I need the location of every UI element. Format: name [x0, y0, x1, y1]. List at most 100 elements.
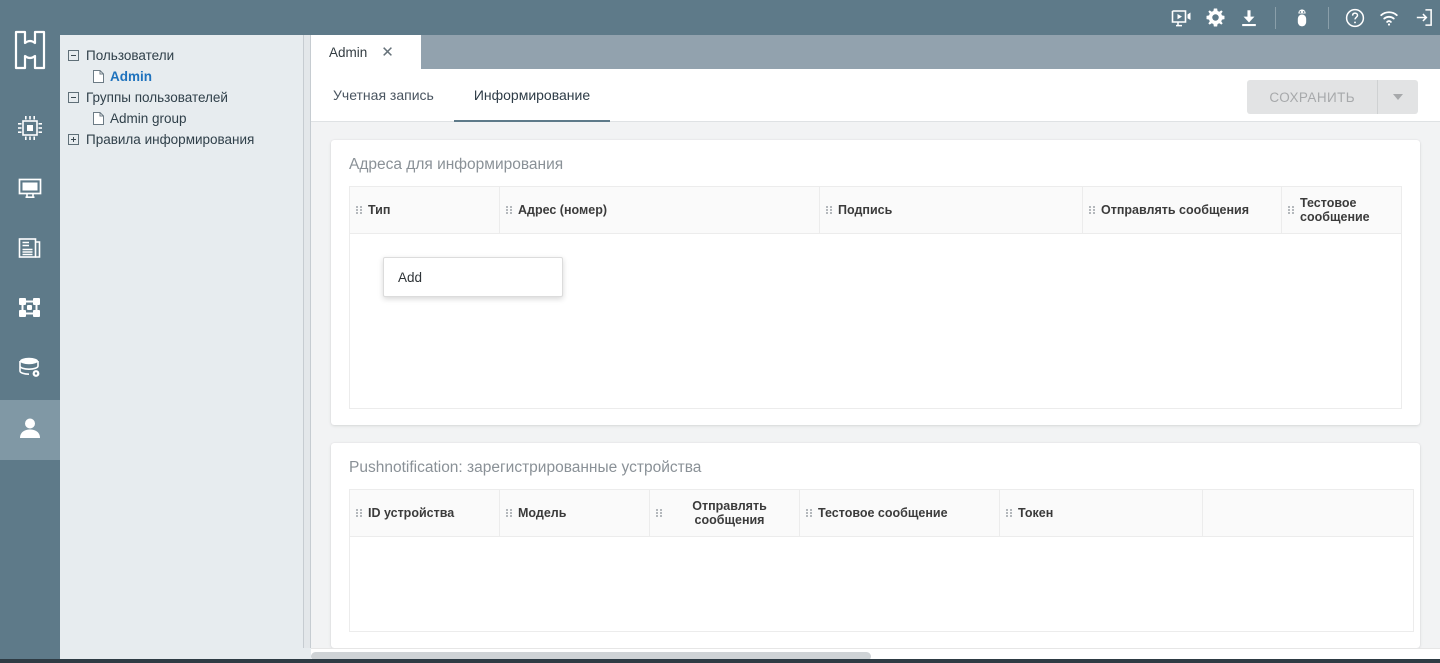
drag-handle-icon[interactable]	[506, 508, 512, 518]
column-label: Подпись	[838, 203, 893, 217]
drag-handle-icon[interactable]	[826, 205, 832, 215]
column-label: ID устройства	[368, 506, 455, 520]
tree-node-label: Пользователи	[86, 48, 175, 63]
table-header: ID устройства Модель Отправлять сообщени…	[349, 489, 1414, 537]
column-header-device-id[interactable]: ID устройства	[349, 489, 500, 537]
window-bottom-edge	[0, 659, 1440, 663]
close-icon[interactable]: ✕	[381, 45, 394, 60]
save-button[interactable]: СОХРАНИТЬ	[1247, 80, 1378, 114]
table-notification-addresses: Тип Адрес (номер) Подпись Отправлять соо…	[349, 186, 1402, 409]
tree-node-users[interactable]: Пользователи	[68, 45, 303, 66]
table-empty-cell	[349, 536, 1414, 632]
topbar-group-middle	[1285, 0, 1319, 35]
tree-node-user-groups[interactable]: Группы пользователей	[68, 87, 303, 108]
column-header-spacer	[1202, 489, 1414, 537]
drag-handle-icon[interactable]	[1006, 508, 1012, 518]
file-icon	[93, 70, 104, 83]
column-label: Адрес (номер)	[518, 203, 607, 217]
save-dropdown-button[interactable]	[1378, 80, 1418, 114]
monitor-icon	[17, 175, 43, 206]
drag-handle-icon[interactable]	[1288, 205, 1294, 215]
drag-handle-icon[interactable]	[806, 508, 812, 518]
tree-node-admin-group[interactable]: Admin group	[68, 108, 303, 129]
chip-icon	[17, 115, 43, 146]
tree-toggle-plus-icon[interactable]	[68, 134, 79, 145]
drag-handle-icon[interactable]	[656, 508, 662, 518]
user-icon	[17, 415, 43, 446]
column-label: Тестовое сообщение	[1300, 196, 1370, 224]
column-header-signature[interactable]: Подпись	[819, 186, 1083, 234]
chevron-down-icon	[1393, 94, 1403, 100]
table-empty-row	[349, 536, 1414, 632]
add-menu-popup[interactable]: Add	[383, 257, 563, 297]
help-icon[interactable]	[1338, 0, 1372, 35]
table-header-row: ID устройства Модель Отправлять сообщени…	[349, 489, 1414, 537]
sub-tabs: Учетная запись Информирование	[311, 69, 611, 122]
column-header-test-message[interactable]: Тестовое сообщение	[1281, 186, 1402, 234]
top-toolbar	[60, 0, 1440, 35]
column-label: Тип	[368, 203, 391, 217]
file-icon	[93, 112, 104, 125]
table-header: Тип Адрес (номер) Подпись Отправлять соо…	[349, 186, 1402, 234]
drag-handle-icon[interactable]	[356, 205, 362, 215]
database-gear-icon	[17, 355, 43, 386]
bug-icon[interactable]	[1285, 0, 1319, 35]
tab-label: Информирование	[473, 87, 591, 103]
card-push-devices: Pushnotification: зарегистрированные уст…	[331, 443, 1420, 648]
column-label: Токен	[1018, 506, 1054, 520]
column-label: Модель	[518, 506, 567, 520]
drag-handle-icon[interactable]	[506, 205, 512, 215]
column-header-model[interactable]: Модель	[499, 489, 650, 537]
tree-node-admin[interactable]: Admin	[68, 66, 303, 87]
column-header-address[interactable]: Адрес (номер)	[499, 186, 820, 234]
column-header-test-message[interactable]: Тестовое сообщение	[799, 489, 1000, 537]
drag-handle-icon[interactable]	[1089, 205, 1095, 215]
sidebar-item-topology[interactable]	[0, 280, 60, 340]
tab-label: Admin	[329, 44, 368, 60]
column-header-send-messages[interactable]: Отправлять сообщения	[649, 489, 800, 537]
add-menu-item[interactable]: Add	[398, 270, 422, 285]
topbar-group-left	[1164, 0, 1266, 35]
tree-node-label: Admin	[110, 69, 152, 84]
main-region: Admin ✕ Учетная запись Информирование СО…	[311, 35, 1440, 648]
tree-toggle-minus-icon[interactable]	[68, 50, 79, 61]
column-header-send-messages[interactable]: Отправлять сообщения	[1082, 186, 1282, 234]
navigation-tree-panel: Пользователи Admin Группы пользователей	[60, 35, 303, 648]
topbar-group-right	[1338, 0, 1440, 35]
tree-node-label: Правила информирования	[86, 132, 255, 147]
table-header-row: Тип Адрес (номер) Подпись Отправлять соо…	[349, 186, 1402, 234]
document-icon	[17, 235, 43, 266]
network-icon	[17, 295, 43, 326]
screen-play-icon[interactable]	[1164, 0, 1198, 35]
sidebar-item-database[interactable]	[0, 340, 60, 400]
tree-toggle-minus-icon[interactable]	[68, 92, 79, 103]
column-label: Отправлять сообщения	[1101, 203, 1249, 217]
tree-node-label: Admin group	[110, 111, 187, 126]
download-icon[interactable]	[1232, 0, 1266, 35]
tab-admin[interactable]: Admin ✕	[311, 35, 421, 69]
left-icon-rail	[0, 0, 60, 648]
gear-icon[interactable]	[1198, 0, 1232, 35]
drag-handle-icon[interactable]	[356, 508, 362, 518]
save-button-group: СОХРАНИТЬ	[1247, 80, 1418, 114]
column-header-token[interactable]: Токен	[999, 489, 1203, 537]
sidebar-item-reports[interactable]	[0, 220, 60, 280]
app-logo	[0, 0, 60, 100]
toolbar-divider-2	[1328, 6, 1329, 29]
column-label: Тестовое сообщение	[818, 506, 948, 520]
content-scroll-area[interactable]: Адреса для информирования Тип Адрес (ном…	[311, 122, 1440, 648]
panel-splitter[interactable]	[303, 35, 311, 648]
sidebar-item-monitor[interactable]	[0, 160, 60, 220]
navigation-tree: Пользователи Admin Группы пользователей	[60, 35, 303, 150]
sidebar-item-users[interactable]	[0, 400, 60, 460]
wifi-icon[interactable]	[1372, 0, 1406, 35]
tree-node-label: Группы пользователей	[86, 90, 228, 105]
section-title: Pushnotification: зарегистрированные уст…	[349, 459, 702, 476]
tab-notification[interactable]: Информирование	[453, 69, 611, 122]
sidebar-item-devices[interactable]	[0, 100, 60, 160]
tree-node-notification-rules[interactable]: Правила информирования	[68, 129, 303, 150]
application-window: Пользователи Admin Группы пользователей	[0, 0, 1440, 663]
tab-account[interactable]: Учетная запись	[313, 69, 454, 121]
column-header-type[interactable]: Тип	[349, 186, 500, 234]
logout-icon[interactable]	[1406, 0, 1440, 35]
